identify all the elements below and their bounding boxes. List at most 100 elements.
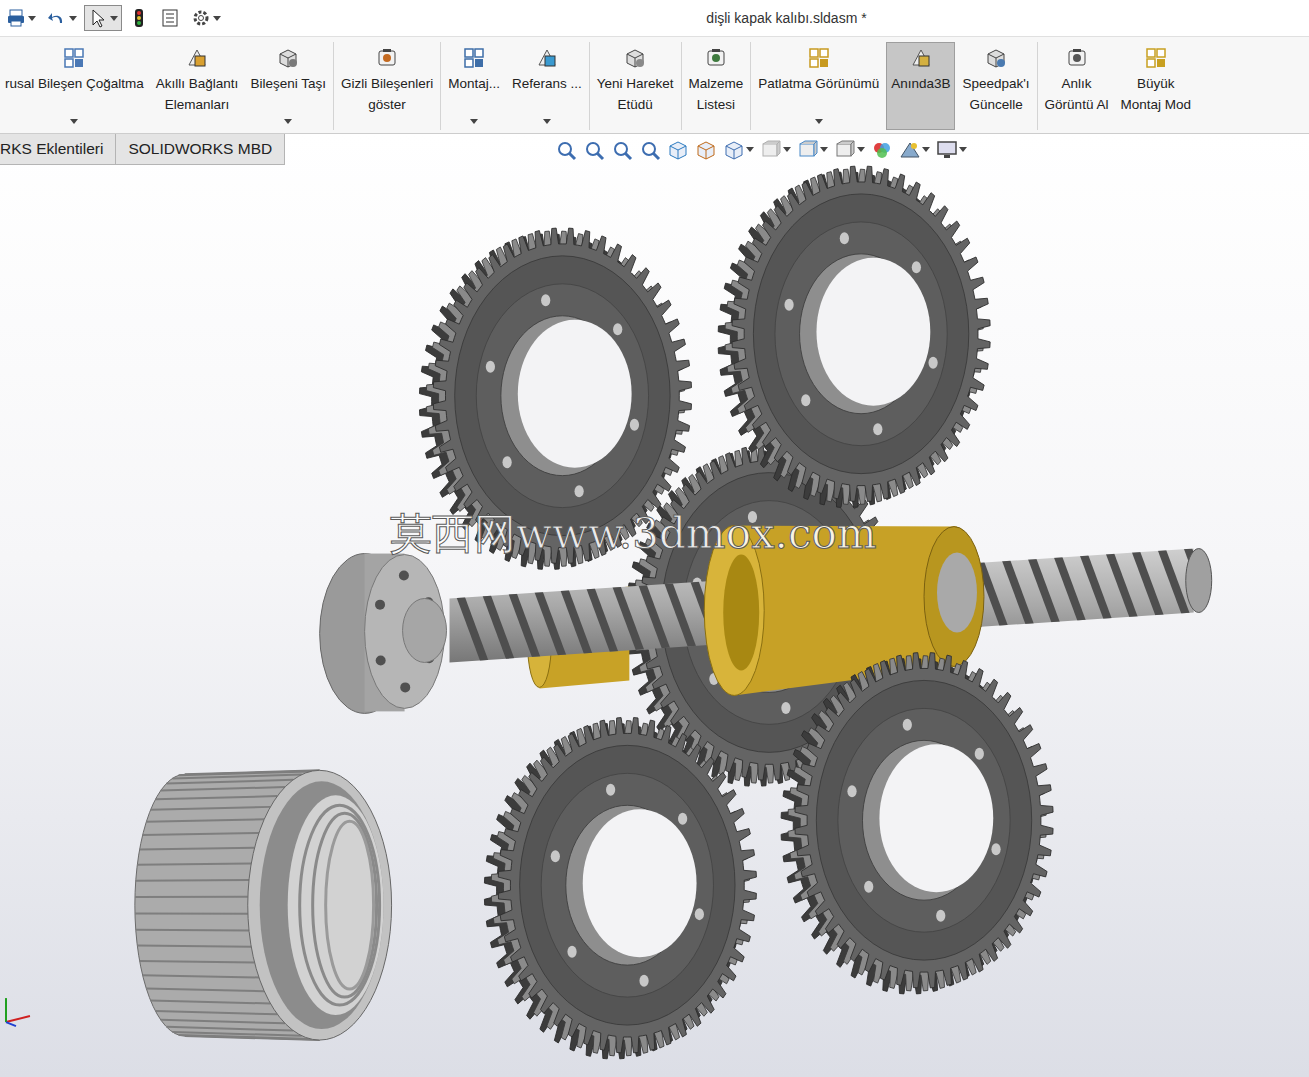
select-button[interactable] xyxy=(84,5,122,31)
view-tool-button[interactable] xyxy=(611,139,633,161)
bill-of-materials-icon[interactable] xyxy=(705,47,727,69)
dropdown-caret-icon[interactable] xyxy=(470,119,478,124)
view-tool-button[interactable] xyxy=(797,139,828,161)
command-tab[interactable]: SOLIDWORKS MBD xyxy=(116,134,285,165)
command-label: Gizli Bileşenleri xyxy=(341,73,433,94)
view-tool-button[interactable] xyxy=(899,139,930,161)
dropdown-caret-icon[interactable] xyxy=(815,119,823,124)
apply-scene-icon[interactable] xyxy=(871,139,893,161)
graphics-area[interactable]: RKS EklentileriSOLIDWORKS MBD 莫西网www.3dmo… xyxy=(0,134,1309,1077)
dropdown-caret-icon[interactable] xyxy=(69,16,77,21)
dropdown-caret-icon[interactable] xyxy=(213,16,221,21)
edit-appearance-icon[interactable] xyxy=(834,139,856,161)
dropdown-caret-icon[interactable] xyxy=(70,119,78,124)
dropdown-caret-icon[interactable] xyxy=(110,16,118,21)
view-orientation-icon[interactable] xyxy=(555,139,577,161)
view-tool-button[interactable] xyxy=(639,139,661,161)
options-gear-icon[interactable] xyxy=(191,8,211,28)
view-tool-button[interactable] xyxy=(760,139,791,161)
command-icon-wrap xyxy=(277,46,299,70)
command-label: Anlık xyxy=(1062,73,1092,94)
snapshot-icon[interactable] xyxy=(1066,47,1088,69)
command-icon-wrap xyxy=(463,46,485,70)
large-assembly-icon[interactable] xyxy=(1145,47,1167,69)
reference-geometry-icon[interactable] xyxy=(536,47,558,69)
rebuild-button[interactable] xyxy=(125,5,153,31)
gear-bottom-right[interactable] xyxy=(781,653,1053,994)
hide-show-icon[interactable] xyxy=(797,139,819,161)
command-label: Listesi xyxy=(697,94,735,115)
screw-flange[interactable] xyxy=(320,554,447,714)
command-button[interactable]: Gizli Bileşenlerigöster xyxy=(336,42,438,130)
view-tool-button[interactable] xyxy=(555,139,577,161)
command-button[interactable]: Speedpak'ıGüncelle xyxy=(957,42,1034,130)
dropdown-caret-icon[interactable] xyxy=(959,147,967,152)
assembly-features-icon[interactable] xyxy=(463,47,485,69)
view-tool-button[interactable] xyxy=(936,139,967,161)
assembly-model[interactable] xyxy=(0,134,1309,1077)
speedpak-icon[interactable] xyxy=(985,47,1007,69)
command-button[interactable]: Montaj... xyxy=(443,42,505,130)
command-group: rusal Bileşen ÇoğaltmaAkıllı BağlantıEle… xyxy=(0,42,334,130)
command-button[interactable]: Anında3B xyxy=(886,42,955,130)
dropdown-caret-icon[interactable] xyxy=(284,119,292,124)
gear-top-right[interactable] xyxy=(718,166,990,507)
command-button[interactable]: Bileşeni Taşı xyxy=(245,42,331,130)
move-component-icon[interactable] xyxy=(277,47,299,69)
zoom-area-icon[interactable] xyxy=(611,139,633,161)
monitor-icon[interactable] xyxy=(936,139,958,161)
display-style-icon[interactable] xyxy=(760,139,782,161)
print-icon[interactable] xyxy=(6,8,26,28)
command-button[interactable]: AnlıkGörüntü Al xyxy=(1040,42,1114,130)
exploded-view-icon[interactable] xyxy=(808,47,830,69)
caret-area xyxy=(815,115,823,127)
command-tab[interactable]: RKS Eklentileri xyxy=(0,134,116,165)
command-button[interactable]: MalzemeListesi xyxy=(684,42,749,130)
watermark: 莫西网www.3dmox.com xyxy=(390,506,877,562)
dropdown-caret-icon[interactable] xyxy=(543,119,551,124)
command-group: AnlıkGörüntü AlBüyükMontaj Mod xyxy=(1038,42,1198,130)
view-tool-button[interactable] xyxy=(871,139,893,161)
command-button[interactable]: BüyükMontaj Mod xyxy=(1115,42,1196,130)
dropdown-caret-icon[interactable] xyxy=(820,147,828,152)
section-view-icon[interactable] xyxy=(667,139,689,161)
select-pointer-icon[interactable] xyxy=(88,8,108,28)
threaded-cap[interactable] xyxy=(135,770,392,1040)
show-hidden-icon[interactable] xyxy=(376,47,398,69)
command-button[interactable]: Patlatma Görünümü xyxy=(753,42,884,130)
view-tool-button[interactable] xyxy=(723,139,754,161)
view-tool-button[interactable] xyxy=(695,139,717,161)
view-tool-button[interactable] xyxy=(583,139,605,161)
zoom-to-fit-icon[interactable] xyxy=(583,139,605,161)
dropdown-caret-icon[interactable] xyxy=(857,147,865,152)
command-group: Yeni HareketEtüdü xyxy=(590,42,682,130)
options-button[interactable] xyxy=(187,5,225,31)
smart-fastener-icon[interactable] xyxy=(186,47,208,69)
rebuild-traffic-light-icon[interactable] xyxy=(129,8,149,28)
command-button[interactable]: Akıllı BağlantıElemanları xyxy=(151,42,244,130)
dropdown-caret-icon[interactable] xyxy=(783,147,791,152)
view-settings-icon[interactable] xyxy=(899,139,921,161)
instant3d-icon[interactable] xyxy=(910,47,932,69)
dynamic-annotation-icon[interactable] xyxy=(695,139,717,161)
file-properties-button[interactable] xyxy=(156,5,184,31)
command-button[interactable]: rusal Bileşen Çoğaltma xyxy=(0,42,149,130)
command-icon-wrap xyxy=(808,46,830,70)
undo-button[interactable] xyxy=(43,5,81,31)
pattern-icon[interactable] xyxy=(63,47,85,69)
previous-view-icon[interactable] xyxy=(639,139,661,161)
view-cube-icon[interactable] xyxy=(723,139,745,161)
dropdown-caret-icon[interactable] xyxy=(922,147,930,152)
dropdown-caret-icon[interactable] xyxy=(28,16,36,21)
print-button[interactable] xyxy=(2,5,40,31)
command-button[interactable]: Yeni HareketEtüdü xyxy=(592,42,679,130)
motion-study-icon[interactable] xyxy=(624,47,646,69)
dropdown-caret-icon[interactable] xyxy=(746,147,754,152)
file-properties-icon[interactable] xyxy=(160,8,180,28)
undo-icon[interactable] xyxy=(47,8,67,28)
gear-top-left[interactable] xyxy=(419,228,691,569)
gear-bottom-left[interactable] xyxy=(484,718,756,1059)
view-tool-button[interactable] xyxy=(834,139,865,161)
view-tool-button[interactable] xyxy=(667,139,689,161)
command-button[interactable]: Referans ... xyxy=(507,42,587,130)
